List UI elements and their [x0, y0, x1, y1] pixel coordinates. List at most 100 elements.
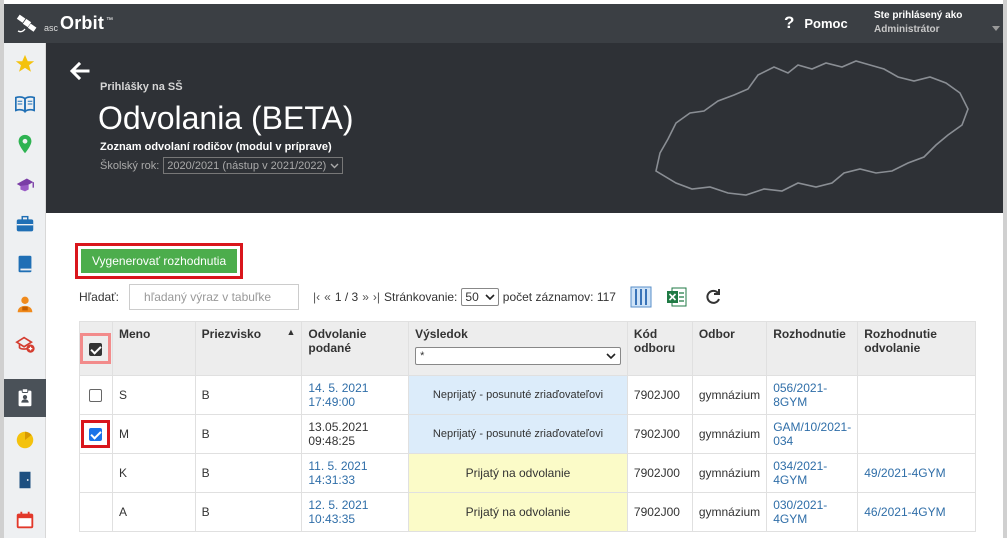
sidebar-item-students[interactable] [4, 285, 46, 323]
cell-surname: B [194, 453, 303, 493]
cell-submitted-link[interactable]: 11. 5. 2021 14:31:33 [301, 453, 410, 493]
briefcase-icon [16, 215, 34, 232]
sidebar-item-work[interactable] [4, 205, 46, 243]
cell-appeal-decision-link[interactable]: 46/2021-4GYM [857, 492, 976, 532]
table-row[interactable]: A B 12. 5. 2021 10:43:35 Prijatý na odvo… [79, 492, 976, 532]
sidebar-item-books[interactable] [4, 245, 46, 283]
select-all-highlight [80, 333, 111, 364]
logo-trademark: ™ [106, 17, 114, 24]
columns-icon[interactable] [630, 286, 652, 308]
app-logo[interactable]: asc Orbit ™ [16, 13, 113, 34]
cell-appeal-decision[interactable] [857, 414, 976, 454]
logo-prefix: asc [44, 22, 59, 33]
caret-down-icon[interactable] [992, 26, 1000, 31]
user-menu[interactable]: Ste prihlásený ako Administrátor [874, 9, 962, 37]
sidebar-item-appeals[interactable] [4, 379, 46, 417]
cell-decision-link[interactable]: GAM/10/2021-034 [766, 414, 859, 454]
sidebar-item-reading[interactable] [4, 85, 46, 123]
page-title: Odvolania (BETA) [98, 100, 354, 136]
sidebar-item-exit[interactable] [4, 461, 46, 499]
help-link[interactable]: ? Pomoc [784, 13, 848, 33]
table-row[interactable]: K B 11. 5. 2021 14:31:33 Prijatý na odvo… [79, 453, 976, 493]
row-checkbox[interactable] [89, 428, 103, 442]
star-icon [15, 54, 35, 72]
school-add-icon [15, 336, 35, 353]
refresh-icon[interactable] [702, 286, 724, 308]
row-select-cell [79, 414, 113, 454]
page-size-select[interactable]: 50 [461, 288, 499, 306]
sidebar-item-calendar[interactable] [4, 501, 46, 538]
sidebar-item-graduation[interactable] [4, 165, 46, 203]
sidebar-item-statistics[interactable] [4, 421, 46, 459]
cell-code: 7902J00 [626, 453, 693, 493]
satellite-logo-icon [16, 14, 37, 32]
chevron-down-icon [485, 294, 495, 300]
page-subtitle: Zoznam odvolaní rodičov (modul v príprav… [100, 141, 332, 153]
record-count: počet záznamov: 117 [502, 290, 616, 304]
cell-code: 7902J00 [626, 492, 693, 532]
user-role: Administrátor [874, 24, 940, 35]
col-header-appeal-decision[interactable]: Rozhodnutie odvolanie [857, 321, 976, 376]
search-toolbar: Hľadať: hľadaný výraz v tabuľke |‹ « 1 /… [79, 284, 724, 310]
col-header-decision[interactable]: Rozhodnutie [766, 321, 859, 376]
col-header-code[interactable]: Kód odboru [626, 321, 693, 376]
result-filter-select[interactable]: * [415, 347, 621, 365]
door-icon [19, 471, 31, 489]
col-header-surname[interactable]: Priezvisko ▲ [194, 321, 303, 376]
chevron-down-icon [606, 353, 616, 359]
cell-field: gymnázium [691, 492, 768, 532]
pager-next[interactable]: » [362, 290, 369, 304]
table-row[interactable]: M B 13.05.2021 09:48:25 Neprijatý - posu… [79, 414, 976, 454]
row-select-cell [79, 492, 113, 532]
row-checkbox[interactable] [89, 389, 103, 403]
result-filter-value: * [420, 350, 425, 362]
row-select-cell [79, 453, 113, 493]
select-all-checkbox[interactable] [89, 342, 102, 356]
col-header-result[interactable]: Výsledok * [408, 321, 628, 376]
chevron-down-icon [330, 163, 339, 168]
cell-submitted-link[interactable]: 12. 5. 2021 10:43:35 [301, 492, 410, 532]
generate-decisions-button[interactable]: Vygenerovať rozhodnutia [81, 249, 238, 273]
sidebar-item-location[interactable] [4, 125, 46, 163]
user-line-1: Ste prihlásený ako [874, 10, 963, 21]
breadcrumb[interactable]: Prihlášky na SŠ [100, 81, 183, 93]
excel-export-icon[interactable] [666, 286, 688, 308]
pager-prev[interactable]: « [324, 290, 331, 304]
main-content: Vygenerovať rozhodnutia Hľadať: hľadaný … [46, 213, 1003, 538]
col-header-name[interactable]: Meno [111, 321, 196, 376]
cell-decision-link[interactable]: 056/2021-8GYM [766, 375, 859, 415]
cell-decision-link[interactable]: 034/2021-4GYM [766, 453, 859, 493]
cell-name: A [111, 492, 196, 532]
generate-button-highlight: Vygenerovať rozhodnutia [75, 243, 244, 279]
logo-text: Orbit [60, 13, 105, 33]
cell-appeal-decision[interactable] [857, 375, 976, 415]
pager-last[interactable]: ›| [373, 290, 380, 304]
sidebar-item-favorites[interactable] [4, 45, 46, 83]
table-header-row: Meno Priezvisko ▲ Odvolanie podané Výsled… [79, 321, 976, 376]
back-arrow-icon[interactable] [68, 59, 92, 83]
school-year-row: Školský rok: 2020/2021 (nástup v 2021/20… [100, 157, 344, 174]
cell-surname: B [194, 375, 303, 415]
book-open-icon [15, 96, 35, 113]
location-pin-icon [18, 134, 32, 154]
search-input[interactable]: hľadaný výraz v tabuľke [129, 284, 300, 310]
school-year-value: 2020/2021 (nástup v 2021/2022) [167, 159, 327, 172]
school-year-select[interactable]: 2020/2021 (nástup v 2021/2022) [163, 157, 344, 174]
table-row[interactable]: S B 14. 5. 2021 17:49:00 Neprijatý - pos… [79, 375, 976, 415]
sidebar-item-admissions[interactable] [4, 325, 46, 363]
cell-appeal-decision-link[interactable]: 49/2021-4GYM [857, 453, 976, 493]
cell-code: 7902J00 [626, 414, 693, 454]
calendar-icon [16, 511, 34, 529]
cell-surname: B [194, 414, 303, 454]
page-size-value: 50 [465, 290, 479, 304]
col-header-submitted[interactable]: Odvolanie podané [301, 321, 410, 376]
col-header-surname-label: Priezvisko [201, 327, 262, 341]
cell-submitted-link[interactable]: 14. 5. 2021 17:49:00 [301, 375, 410, 415]
cell-result: Neprijatý - posunuté zriaďovateľovi [408, 375, 628, 415]
col-header-field[interactable]: Odbor [691, 321, 768, 376]
col-header-result-label: Výsledok [415, 327, 468, 341]
row-checkbox-highlight [81, 419, 111, 449]
row-select-cell [79, 375, 113, 415]
pager-first[interactable]: |‹ [313, 290, 320, 304]
cell-decision-link[interactable]: 030/2021-4GYM [766, 492, 859, 532]
